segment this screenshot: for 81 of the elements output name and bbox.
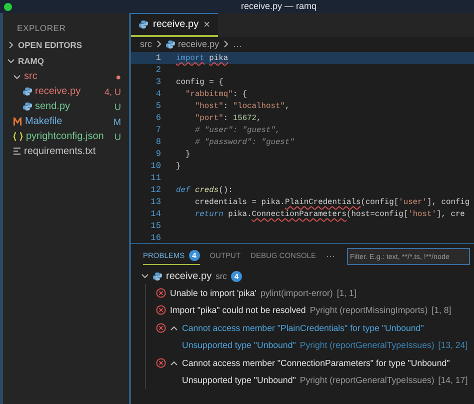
file-item[interactable]: pyrightconfig.json U xyxy=(3,129,129,144)
problem-source: Pyright (reportGeneralTypeIssues) xyxy=(300,340,434,350)
file-name: src xyxy=(24,71,38,82)
file-name: receive.py xyxy=(35,86,82,97)
problem-detail: Unsupported type "Unbound" xyxy=(182,340,296,350)
line-number: 11 xyxy=(150,173,161,183)
problem-source: Pyright (reportGeneralTypeIssues) xyxy=(300,375,434,386)
line-number: 16 xyxy=(150,233,161,243)
problem-message: Import "pika" could not be resolved xyxy=(170,305,306,316)
line-number: 12 xyxy=(150,185,161,195)
file-name: pyrightconfig.json xyxy=(26,131,105,142)
line-number: 14 xyxy=(150,209,161,219)
python-icon xyxy=(153,272,162,280)
problem-item[interactable]: Cannot access member "ConnectionParameters" for type "Unbound" xyxy=(146,354,474,372)
python-icon xyxy=(139,20,148,29)
python-icon xyxy=(23,87,32,96)
line-number: 1 xyxy=(154,53,161,63)
problem-position: [1, 1] xyxy=(336,288,356,298)
breadcrumb-item[interactable]: src xyxy=(140,39,152,49)
error-icon xyxy=(156,288,166,298)
git-status-label: U xyxy=(114,102,121,112)
m-letter-icon xyxy=(13,117,22,126)
breadcrumb-item[interactable]: … xyxy=(233,39,242,49)
error-icon xyxy=(156,305,166,316)
window-title: receive.py — ramq xyxy=(241,1,317,11)
problem-item[interactable]: Import "pika" could not be resolved Pyright (reportMissingImports) [1, 8] xyxy=(146,302,474,319)
editor-tab[interactable]: receive.py × xyxy=(131,13,218,37)
problem-position: [1, 8] xyxy=(432,305,452,316)
chevron-icon xyxy=(141,272,149,280)
file-item[interactable]: Makefile M xyxy=(3,114,129,129)
line-number: 13 xyxy=(150,197,161,207)
braces-icon xyxy=(13,132,23,141)
problem-detail: Unsupported type "Unbound" xyxy=(182,375,296,386)
more-icon[interactable]: ··· xyxy=(326,251,335,261)
git-status-label: ● xyxy=(116,72,121,82)
folder-item[interactable]: src ● xyxy=(3,69,129,84)
line-number: 4 xyxy=(154,89,161,99)
chevron-icon xyxy=(222,40,230,48)
folder-name: src xyxy=(216,271,227,281)
file-name: send.py xyxy=(35,101,72,112)
line-number: 5 xyxy=(154,101,161,111)
file-item[interactable]: requirements.txt xyxy=(3,144,129,159)
caret-icon xyxy=(170,360,178,366)
file-name: Makefile xyxy=(25,116,64,127)
line-number: 15 xyxy=(150,221,161,231)
file-item[interactable]: send.py U xyxy=(3,99,129,114)
python-icon xyxy=(23,102,32,111)
git-status-label: 4, U xyxy=(104,86,121,96)
problem-message: Unable to import 'pika' xyxy=(170,288,256,298)
python-icon xyxy=(166,40,175,48)
line-number: 2 xyxy=(154,65,161,75)
problem-message: Cannot access member "ConnectionParameters" for type "Unbound" xyxy=(182,358,450,368)
error-icon xyxy=(156,358,166,368)
file-item[interactable]: receive.py 4, U xyxy=(3,84,129,99)
problem-position: [14, 17] xyxy=(438,375,468,386)
git-status-label: U xyxy=(114,132,121,142)
problem-position: [13, 24] xyxy=(438,340,468,350)
lines-icon xyxy=(13,147,21,156)
window-dot[interactable] xyxy=(4,2,12,10)
problem-item[interactable]: Unable to import 'pika' pylint(import-error) [1, 1] xyxy=(146,284,474,302)
line-number: 8 xyxy=(154,137,161,147)
breadcrumb-item[interactable]: receive.py xyxy=(178,39,220,49)
problem-source: pylint(import-error) xyxy=(260,288,333,298)
line-number: 3 xyxy=(154,77,161,87)
section-header[interactable]: OPEN EDITORS xyxy=(3,37,129,53)
problem-source: Pyright (reportMissingImports) xyxy=(310,305,428,316)
line-number: 10 xyxy=(150,161,161,171)
section-header[interactable]: RAMQ xyxy=(3,53,129,69)
error-icon xyxy=(156,322,166,333)
chevron-icon xyxy=(155,40,163,48)
line-number: 7 xyxy=(154,125,161,135)
problem-message: Cannot access member "PlainCredentials" for type "Unbound" xyxy=(182,322,424,333)
git-status-label: M xyxy=(114,116,121,126)
file-name: requirements.txt xyxy=(24,146,97,157)
sidebar-title: EXPLORER xyxy=(16,22,67,35)
line-number: 9 xyxy=(154,149,161,159)
file-name: receive.py xyxy=(166,270,212,282)
close-icon[interactable]: × xyxy=(204,18,210,30)
line-number: 6 xyxy=(154,113,161,123)
caret-icon xyxy=(170,324,178,331)
problem-item[interactable]: Cannot access member "PlainCredentials" for type "Unbound" xyxy=(146,319,474,336)
